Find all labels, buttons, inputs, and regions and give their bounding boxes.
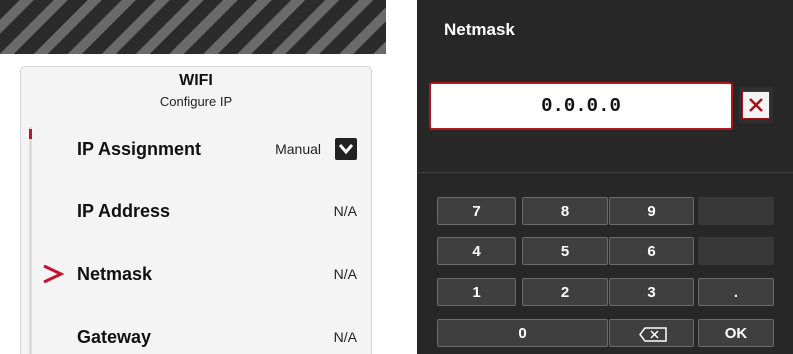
row-label-ip-assignment: IP Assignment [77,139,202,159]
key-7[interactable]: 7 [437,197,516,225]
clear-button[interactable] [739,87,773,123]
key-3[interactable]: 3 [609,278,694,306]
key-2[interactable]: 2 [522,278,608,306]
dialog-title: Netmask [444,20,515,39]
key-4[interactable]: 4 [437,237,516,265]
backspace-button[interactable] [609,319,694,347]
key-blank [698,237,774,265]
divider [417,172,793,173]
dropdown-button[interactable] [335,138,357,160]
row-ip-address[interactable]: IP Address N/A [77,197,357,227]
scrollbar-track[interactable] [29,127,32,354]
key-1[interactable]: 1 [437,278,516,306]
row-label-gateway: Gateway [77,327,152,347]
key-dot[interactable]: . [698,278,774,306]
key-8[interactable]: 8 [522,197,608,225]
key-6[interactable]: 6 [609,237,694,265]
card-title: WIFI [179,72,213,89]
row-ip-assignment[interactable]: IP Assignment Manual [77,135,357,165]
close-icon [742,91,770,119]
ok-button[interactable]: OK [698,319,774,347]
ip-address-value: N/A [333,203,357,219]
netmask-input[interactable]: 0.0.0.0 [429,82,733,130]
chevron-down-icon [339,144,353,155]
selection-arrow-icon [43,264,64,284]
key-0[interactable]: 0 [437,319,608,347]
backspace-icon [639,327,667,342]
row-label-ip-address: IP Address [77,201,171,221]
row-label-netmask: Netmask [77,264,153,284]
configure-ip-card: WIFI Configure IP IP Assignment Manual I… [20,66,372,354]
gateway-value: N/A [333,329,357,345]
card-subtitle: Configure IP [159,94,233,109]
key-9[interactable]: 9 [609,197,694,225]
key-5[interactable]: 5 [522,237,608,265]
netmask-value: N/A [333,266,357,282]
hazard-stripe-banner [0,0,386,54]
scrollbar-thumb[interactable] [29,129,32,139]
row-netmask[interactable]: Netmask N/A [77,260,357,290]
ip-assignment-value[interactable]: Manual [275,141,321,157]
key-blank [698,197,774,225]
row-gateway[interactable]: Gateway N/A [77,323,357,353]
wifi-settings-panel: WIFI Configure IP IP Assignment Manual I… [0,0,386,354]
numeric-keypad-dialog: Netmask 0.0.0.0 7 8 9 4 5 6 1 2 3 . 0 OK [417,0,793,354]
